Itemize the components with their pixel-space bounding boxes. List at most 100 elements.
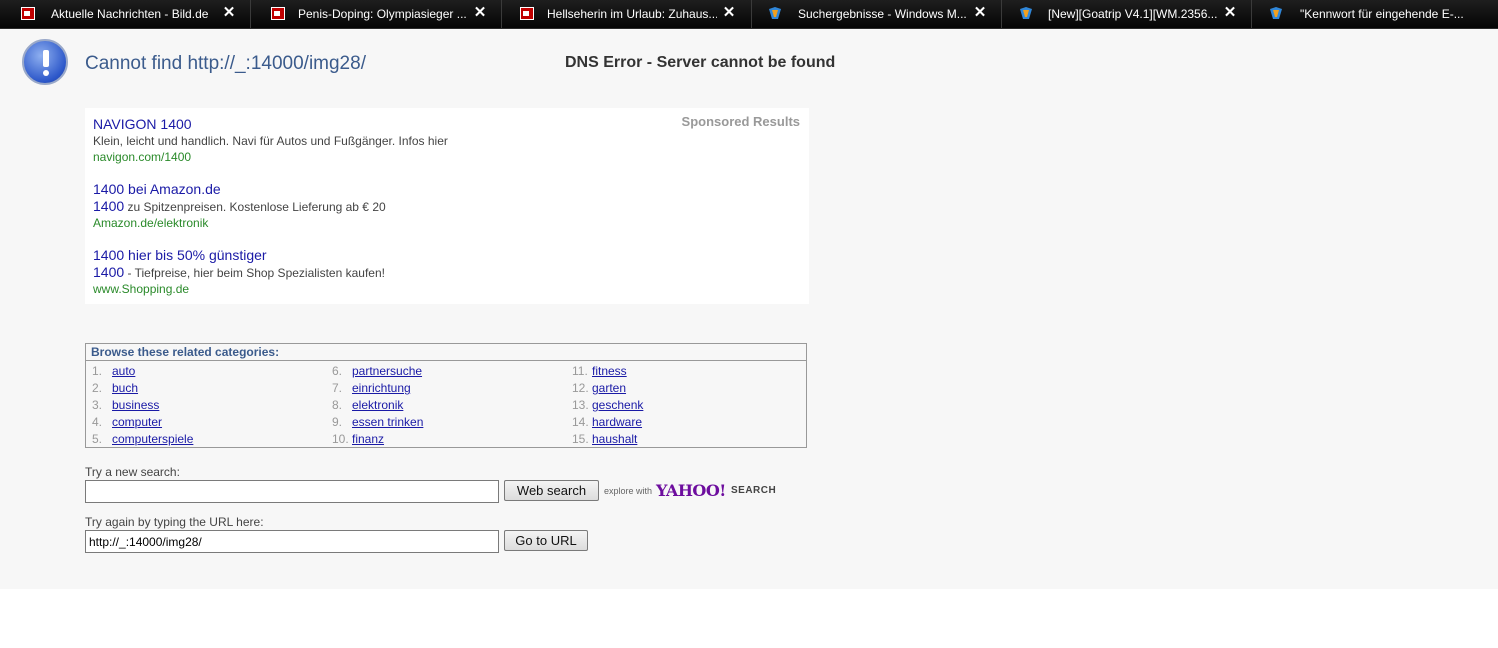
tab-3[interactable]: Hellseherin im Urlaub: Zuhaus... ✕ [502, 0, 752, 28]
ad-item: NAVIGON 1400 Klein, leicht und handlich.… [93, 116, 448, 165]
category-link[interactable]: finanz [352, 432, 384, 446]
category-item: 6. partnersuche [332, 364, 422, 378]
tab-title: Aktuelle Nachrichten - Bild.de [51, 7, 209, 21]
category-link[interactable]: hardware [592, 415, 642, 429]
ad-item: 1400 bei Amazon.de 1400 zu Spitzenpreise… [93, 181, 386, 231]
category-item: 1. auto [92, 364, 135, 378]
ad-description: 1400 zu Spitzenpreisen. Kostenlose Liefe… [93, 198, 386, 215]
ad-description-text: - Tiefpreise, hier beim Shop Spezialiste… [124, 266, 385, 280]
ad-keyword: 1400 [93, 198, 125, 214]
close-tab-icon[interactable]: ✕ [722, 5, 736, 20]
site-favicon-icon [1270, 7, 1282, 19]
ad-item: 1400 hier bis 50% günstiger 1400 - Tiefp… [93, 247, 385, 297]
category-link[interactable]: business [112, 398, 159, 412]
category-link[interactable]: partnersuche [352, 364, 422, 378]
error-title: Cannot find http://_:14000/img28/ [85, 53, 366, 74]
ad-description: Klein, leicht und handlich. Navi für Aut… [93, 134, 448, 148]
yahoo-logo: YAHOO! [656, 481, 726, 500]
category-number: 1. [92, 364, 103, 378]
ad-title-link[interactable]: NAVIGON 1400 [93, 116, 448, 133]
category-number: 7. [332, 381, 343, 395]
category-item: 9. essen trinken [332, 415, 423, 429]
search-input[interactable] [85, 480, 499, 503]
category-item: 14. hardware [572, 415, 642, 429]
sponsored-label: Sponsored Results [681, 114, 800, 129]
category-item: 8. elektronik [332, 398, 403, 412]
category-link[interactable]: buch [112, 381, 138, 395]
tab-6[interactable]: "Kennwort für eingehende E-... [1252, 0, 1498, 28]
category-number: 8. [332, 398, 343, 412]
category-link[interactable]: computerspiele [112, 432, 193, 446]
ad-url-link[interactable]: Amazon.de/elektronik [93, 215, 386, 231]
category-number: 2. [92, 381, 103, 395]
category-number: 15. [572, 432, 589, 446]
category-link[interactable]: computer [112, 415, 162, 429]
bild-favicon-icon [271, 7, 285, 20]
category-item: 4. computer [92, 415, 162, 429]
category-item: 15. haushalt [572, 432, 637, 446]
tab-title: Suchergebnisse - Windows M... [798, 7, 967, 21]
category-number: 12. [572, 381, 589, 395]
category-item: 5. computerspiele [92, 432, 193, 446]
related-categories: Browse these related categories: 1. auto … [85, 343, 807, 448]
tab-1[interactable]: Aktuelle Nachrichten - Bild.de ✕ [0, 0, 251, 28]
tab-5[interactable]: [New][Goatrip V4.1][WM.2356... ✕ [1002, 0, 1252, 28]
category-number: 4. [92, 415, 103, 429]
category-number: 10. [332, 432, 349, 446]
sponsored-results: Sponsored Results NAVIGON 1400 Klein, le… [85, 108, 809, 304]
ad-url-link[interactable]: navigon.com/1400 [93, 149, 448, 165]
ad-description: 1400 - Tiefpreise, hier beim Shop Spezia… [93, 264, 385, 281]
category-item: 3. business [92, 398, 159, 412]
close-tab-icon[interactable]: ✕ [1223, 5, 1237, 20]
ad-title-link[interactable]: 1400 hier bis 50% günstiger [93, 247, 385, 264]
ad-title-link[interactable]: 1400 bei Amazon.de [93, 181, 386, 198]
site-favicon-icon [769, 7, 781, 19]
ad-keyword: 1400 [93, 264, 125, 280]
ad-description-text: zu Spitzenpreisen. Kostenlose Lieferung … [124, 200, 386, 214]
close-tab-icon[interactable]: ✕ [222, 5, 236, 20]
category-link[interactable]: geschenk [592, 398, 643, 412]
tab-title: [New][Goatrip V4.1][WM.2356... [1048, 7, 1218, 21]
category-item: 13. geschenk [572, 398, 643, 412]
bild-favicon-icon [520, 7, 534, 20]
search-label: Try a new search: [85, 465, 180, 479]
yahoo-search-label: SEARCH [731, 485, 777, 496]
category-link[interactable]: einrichtung [352, 381, 411, 395]
go-to-url-button[interactable]: Go to URL [504, 530, 588, 551]
exclamation-icon [22, 39, 68, 85]
tab-title: Hellseherin im Urlaub: Zuhaus... [547, 7, 717, 21]
tab-title: "Kennwort für eingehende E-... [1300, 7, 1464, 21]
close-tab-icon[interactable]: ✕ [973, 5, 987, 20]
divider [86, 360, 806, 361]
category-link[interactable]: essen trinken [352, 415, 423, 429]
category-number: 6. [332, 364, 343, 378]
category-number: 3. [92, 398, 103, 412]
category-link[interactable]: haushalt [592, 432, 637, 446]
tab-title: Penis-Doping: Olympiasieger ... [298, 7, 467, 21]
ad-url-link[interactable]: www.Shopping.de [93, 281, 385, 297]
category-number: 11. [572, 364, 588, 378]
tab-2[interactable]: Penis-Doping: Olympiasieger ... ✕ [251, 0, 502, 28]
close-tab-icon[interactable]: ✕ [473, 5, 487, 20]
explore-with-label: explore with [604, 486, 653, 496]
category-number: 14. [572, 415, 589, 429]
tab-4[interactable]: Suchergebnisse - Windows M... ✕ [752, 0, 1002, 28]
category-link[interactable]: auto [112, 364, 135, 378]
url-input[interactable] [85, 530, 499, 553]
category-number: 9. [332, 415, 343, 429]
category-item: 12. garten [572, 381, 626, 395]
category-item: 10. finanz [332, 432, 384, 446]
bild-favicon-icon [21, 7, 35, 20]
category-link[interactable]: garten [592, 381, 626, 395]
category-link[interactable]: fitness [592, 364, 627, 378]
web-search-button[interactable]: Web search [504, 480, 599, 501]
category-number: 5. [92, 432, 103, 446]
url-label: Try again by typing the URL here: [85, 515, 264, 529]
category-item: 7. einrichtung [332, 381, 411, 395]
dns-error-heading: DNS Error - Server cannot be found [565, 54, 836, 71]
category-item: 2. buch [92, 381, 138, 395]
category-link[interactable]: elektronik [352, 398, 403, 412]
category-number: 13. [572, 398, 589, 412]
site-favicon-icon [1020, 7, 1032, 19]
categories-heading: Browse these related categories: [91, 345, 280, 359]
